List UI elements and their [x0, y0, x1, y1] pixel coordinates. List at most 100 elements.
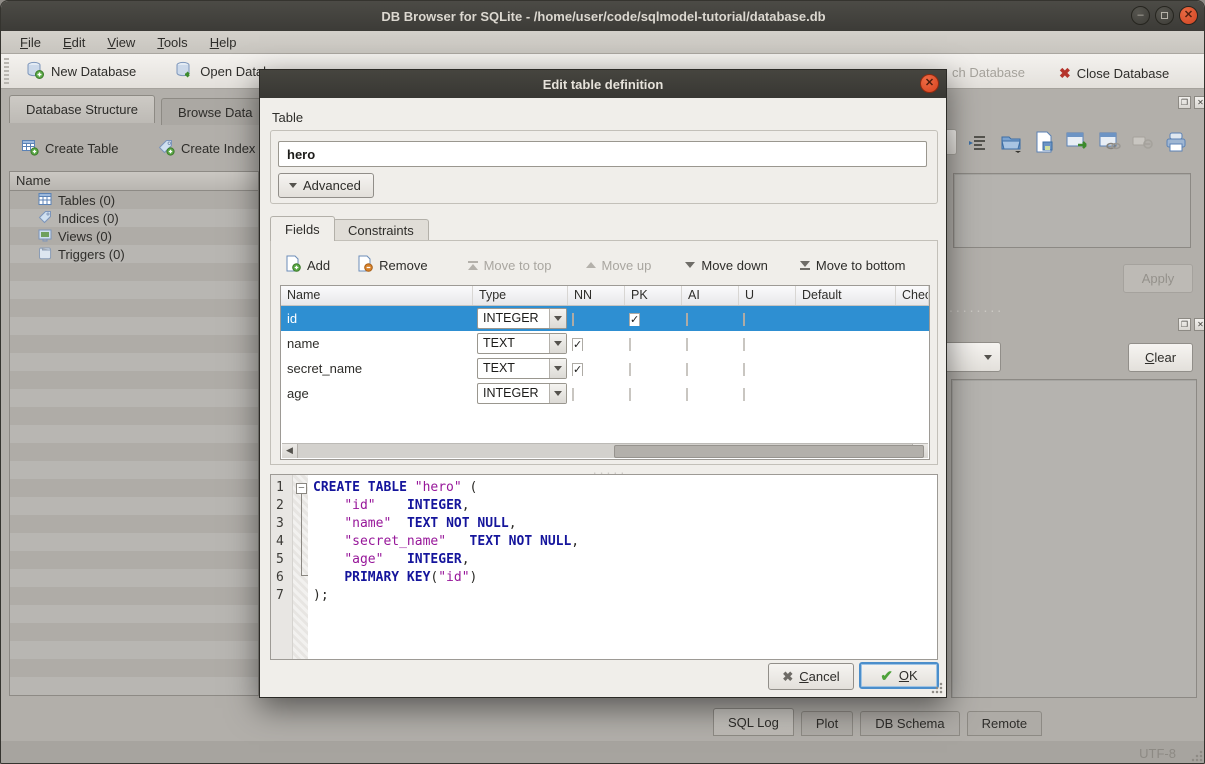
tab-browse-data-label: Browse Data [178, 105, 252, 120]
export-icon[interactable] [1032, 130, 1056, 154]
fields-table-header[interactable]: NameType NNPK AIU DefaultCheck [281, 286, 929, 306]
tab-sql-log-label: SQL Log [728, 715, 779, 730]
nn-checkbox[interactable] [572, 388, 574, 401]
u-checkbox[interactable] [743, 313, 745, 326]
scroll-left-icon[interactable]: ◀ [282, 444, 298, 458]
open-in-window-icon[interactable] [1065, 130, 1089, 154]
fold-collapse-icon[interactable]: – [296, 483, 307, 494]
tab-sql-log[interactable]: SQL Log [713, 708, 794, 736]
tree-item-triggers[interactable]: Triggers (0) [10, 245, 258, 263]
tab-browse-data[interactable]: Browse Data [161, 98, 269, 125]
clear-label: Clear [1145, 350, 1176, 365]
tab-fields[interactable]: Fields [270, 216, 335, 241]
dialog-splitter-handle[interactable]: ..... [580, 466, 640, 472]
tree-item-indices[interactable]: Indices (0) [10, 209, 258, 227]
advanced-button[interactable]: Advanced [278, 173, 374, 198]
dialog-close-button[interactable]: ✕ [920, 74, 939, 93]
pk-checkbox[interactable]: ✓ [629, 313, 640, 326]
field-row-age[interactable]: age INTEGER [281, 381, 929, 406]
tab-database-structure[interactable]: Database Structure [9, 95, 155, 123]
field-name-cell[interactable]: age [281, 386, 473, 401]
minimize-button[interactable]: – [1131, 6, 1150, 25]
tree-item-label: Tables (0) [58, 193, 115, 208]
field-row-id[interactable]: id INTEGER ✓ [281, 306, 929, 331]
table-name-input[interactable] [278, 141, 927, 167]
trigger-icon [38, 246, 52, 263]
u-checkbox[interactable] [743, 388, 745, 401]
tree-item-label: Indices (0) [58, 211, 119, 226]
ai-checkbox[interactable] [686, 313, 688, 326]
tab-db-schema[interactable]: DB Schema [860, 711, 959, 736]
tab-plot[interactable]: Plot [801, 711, 853, 736]
menu-view[interactable]: View [98, 33, 144, 52]
maximize-button[interactable] [1155, 6, 1174, 25]
link-icon[interactable] [1098, 130, 1122, 154]
type-combo[interactable]: INTEGER [477, 308, 567, 329]
tree-item-views[interactable]: Views (0) [10, 227, 258, 245]
ai-checkbox[interactable] [686, 388, 688, 401]
menu-file[interactable]: File [11, 33, 50, 52]
window-titlebar[interactable]: DB Browser for SQLite - /home/user/code/… [1, 1, 1205, 31]
u-checkbox[interactable] [743, 363, 745, 376]
text-format-icon[interactable] [966, 130, 990, 154]
fields-horizontal-scrollbar[interactable]: ◀ ▶ [282, 443, 928, 458]
u-checkbox[interactable] [743, 338, 745, 351]
tree-item-label: Triggers (0) [58, 247, 125, 262]
dock-float-icon[interactable]: ❐ [1178, 318, 1191, 331]
cancel-button[interactable]: ✖ Cancel [768, 663, 854, 690]
nn-checkbox[interactable]: ✓ [572, 363, 583, 376]
move-down-label: Move down [701, 258, 767, 273]
pk-checkbox[interactable] [629, 338, 631, 351]
tab-remote[interactable]: Remote [967, 711, 1043, 736]
field-row-name[interactable]: name TEXT ✓ [281, 331, 929, 356]
tab-constraints[interactable]: Constraints [333, 219, 429, 241]
new-database-button[interactable]: New Database [15, 56, 146, 87]
splitter-handle[interactable]: ........ [949, 304, 1059, 310]
ai-checkbox[interactable] [686, 338, 688, 351]
field-name-cell[interactable]: secret_name [281, 361, 473, 376]
set-null-icon [1131, 130, 1155, 154]
move-to-bottom-button[interactable]: Move to bottom [794, 255, 912, 276]
menu-tools[interactable]: Tools [148, 33, 196, 52]
close-database-label: Close Database [1077, 66, 1170, 81]
mdi-restore-icon[interactable]: ❐ [1178, 96, 1191, 109]
maximize-icon [1161, 12, 1168, 19]
create-index-button[interactable]: Create Index [149, 135, 263, 162]
resize-grip[interactable] [1190, 749, 1204, 763]
move-down-button[interactable]: Move down [679, 255, 773, 276]
ok-button[interactable]: ✔ OK [859, 662, 939, 689]
nn-checkbox[interactable] [572, 313, 574, 326]
clear-button[interactable]: Clear [1128, 343, 1193, 372]
menu-edit[interactable]: Edit [54, 33, 94, 52]
field-name-cell[interactable]: id [281, 311, 473, 326]
encoding-indicator: UTF-8 [1139, 746, 1176, 761]
dock-close-icon[interactable]: ✕ [1194, 318, 1205, 331]
close-database-button[interactable]: ✖ Close Database [1049, 61, 1179, 86]
dialog-resize-grip[interactable] [930, 681, 944, 695]
field-name-cell[interactable]: name [281, 336, 473, 351]
type-combo[interactable]: INTEGER [477, 383, 567, 404]
menu-help[interactable]: Help [201, 33, 246, 52]
scrollbar-thumb[interactable] [614, 445, 924, 458]
import-icon[interactable] [999, 130, 1023, 154]
nn-checkbox[interactable]: ✓ [572, 338, 583, 351]
mdi-close-icon[interactable]: ✕ [1194, 96, 1205, 109]
tab-plot-label: Plot [816, 716, 838, 731]
print-icon[interactable] [1164, 130, 1188, 154]
ai-checkbox[interactable] [686, 363, 688, 376]
tree-header-name[interactable]: Name [10, 172, 258, 191]
move-to-bottom-icon [800, 261, 810, 270]
type-combo[interactable]: TEXT [477, 333, 567, 354]
field-row-secret-name[interactable]: secret_name TEXT ✓ [281, 356, 929, 381]
remove-field-button[interactable]: Remove [350, 252, 433, 278]
pk-checkbox[interactable] [629, 363, 631, 376]
tree-item-tables[interactable]: Tables (0) [10, 191, 258, 209]
sql-preview-editor[interactable]: 1234567 – CREATE TABLE "hero" ( "id" INT… [270, 474, 938, 660]
type-combo[interactable]: TEXT [477, 358, 567, 379]
create-table-button[interactable]: Create Table [13, 135, 126, 162]
toolbar-drag-handle[interactable] [4, 58, 9, 84]
add-field-button[interactable]: Add [278, 252, 336, 278]
close-button[interactable]: ✕ [1179, 6, 1198, 25]
pk-checkbox[interactable] [629, 388, 631, 401]
dialog-titlebar[interactable]: Edit table definition ✕ [260, 70, 946, 98]
